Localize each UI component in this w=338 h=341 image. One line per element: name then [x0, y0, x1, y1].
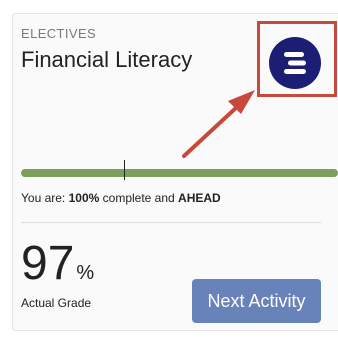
status-percent: 100%	[68, 191, 100, 205]
grade-number: 97	[21, 237, 75, 290]
divider	[21, 222, 321, 223]
status-prefix: You are:	[21, 191, 69, 205]
status-pace: AHEAD	[178, 191, 221, 205]
progress-bar	[21, 169, 338, 177]
progress-marker	[124, 160, 125, 180]
grade-value: 97%	[21, 234, 94, 303]
course-title: Financial Literacy	[21, 47, 193, 72]
status-middle: complete and	[99, 191, 179, 205]
grade-unit: %	[76, 262, 95, 284]
progress-fill	[21, 169, 338, 177]
course-category: ELECTIVES	[21, 26, 97, 41]
grade-label: Actual Grade	[21, 296, 92, 310]
next-activity-button[interactable]: Next Activity	[192, 279, 321, 323]
progress-status: You are: 100% complete and AHEAD	[21, 191, 221, 205]
highlight-box	[257, 21, 337, 97]
